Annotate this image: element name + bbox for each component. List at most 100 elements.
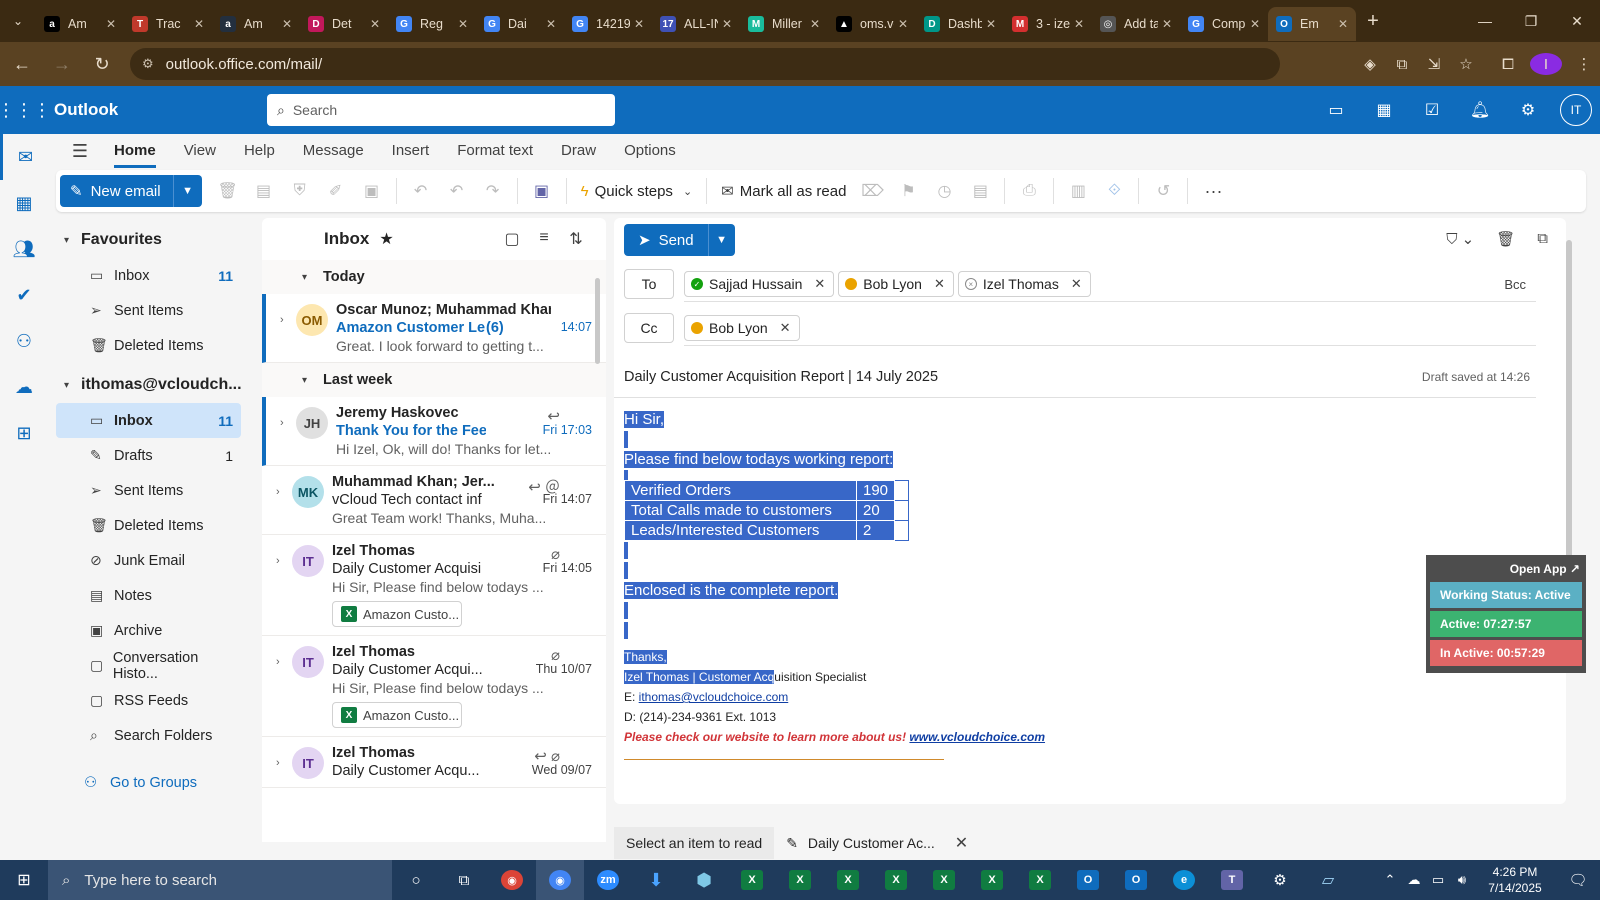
ribbon-tab[interactable]: Options [624,134,676,168]
recipient-chip[interactable]: Bob Lyon ✕ [684,315,800,341]
excel-icon[interactable]: X [1016,860,1064,900]
immersive-reader-icon[interactable]: ▥ [1060,181,1096,201]
tab-close-icon[interactable]: ✕ [458,17,468,31]
email-body[interactable]: Hi Sir, Please find below todays working… [614,398,1566,760]
recipient-chip[interactable]: ✓ Sajjad Hussain ✕ [684,271,835,297]
rules-icon[interactable]: ▤ [962,181,998,201]
sweep-icon[interactable]: ✐ [318,181,354,201]
folder-item[interactable]: 🗑︎ Deleted Items [56,508,241,543]
browser-tab[interactable]: O Em ✕ [1268,7,1356,41]
ribbon-tab[interactable]: Format text [457,134,533,168]
translate-icon[interactable]: ⟐ [1096,182,1132,200]
snooze-clock-icon[interactable]: ◷ [926,181,962,201]
extensions-icon[interactable]: ⧠ [1492,56,1524,73]
folder-item[interactable]: ▤ Notes [56,578,241,613]
filter-icon[interactable]: ≡ [528,229,560,249]
clock[interactable]: 4:26 PM 7/14/2025 [1474,864,1556,896]
excel-icon[interactable]: X [728,860,776,900]
new-email-dropdown-chevron-icon[interactable]: ▼ [174,185,202,197]
sig-email-link[interactable]: ithomas@vcloudchoice.com [639,690,789,704]
browser-tab[interactable]: T Trac ✕ [124,7,212,41]
excel-icon[interactable]: X [968,860,1016,900]
search-input[interactable]: ⌕ Search [267,94,615,126]
teams-icon[interactable]: T [1208,860,1256,900]
browser-tab[interactable]: M 3 - izel. ✕ [1004,7,1092,41]
draft-tab[interactable]: ✎ Daily Customer Ac... [774,827,947,859]
hamburger-menu-icon[interactable]: ☰ [60,141,100,162]
url-field[interactable]: ⚙ outlook.office.com/mail/ [130,48,1280,80]
tab-close-icon[interactable]: ✕ [986,17,996,31]
people-icon[interactable]: 👥︎ [0,226,48,272]
section-last-week[interactable]: ▾ Last week [262,363,606,397]
site-info-icon[interactable]: ⚙ [142,56,154,72]
discard-trash-icon[interactable]: 🗑︎ [1496,230,1515,248]
print-icon[interactable]: ⎙ [1011,182,1047,200]
sensitivity-icon[interactable]: ⛉ ⌄ [1446,230,1474,248]
folder-item[interactable]: ➢ Sent Items [56,473,241,508]
folder-item[interactable]: ⊘ Junk Email [56,543,241,578]
new-email-button[interactable]: ✎ New email ▼ [60,175,202,207]
settings-gear-icon[interactable]: ⚙ [1504,100,1552,120]
message-item[interactable]: › JH Jeremy Haskovec Thank You for the Fee.… [262,397,606,466]
browser-tab[interactable]: G Dai ✕ [476,7,564,41]
more-options-icon[interactable]: ··· [1204,181,1222,202]
tag-icon[interactable]: ⌦ [854,181,890,201]
more-apps-icon[interactable]: ⊞ [0,410,48,456]
cortana-icon[interactable]: ○ [392,860,440,900]
screenshot-icon[interactable]: ⧉ [1386,56,1418,73]
tab-close-icon[interactable]: ✕ [194,17,204,31]
office-icon[interactable]: ▦ [1360,100,1408,120]
website-link[interactable]: www.vcloudchoice.com [909,730,1045,744]
forward-icon[interactable]: → [44,46,80,82]
mark-all-read-button[interactable]: ✉ Mark all as read [713,182,854,201]
reply-icon[interactable]: ↶ [403,181,439,201]
app-hex-icon[interactable]: ⬢ [680,860,728,900]
open-app-link[interactable]: Open App ↗ [1430,559,1582,579]
reload-icon[interactable]: ↻ [84,46,120,82]
subject-field[interactable]: Daily Customer Acquisition Report | 14 J… [614,356,1536,398]
folder-item[interactable]: ⌕ Search Folders [56,718,241,753]
message-item[interactable]: › MK Muhammad Khan; Jer... vCloud Tech cont… [262,466,606,535]
reply-icon[interactable]: ↩ [547,407,560,425]
browser-tab[interactable]: 17 ALL-IN- ✕ [652,7,740,41]
browser-tab[interactable]: G Comput ✕ [1180,7,1268,41]
tab-close-icon[interactable]: ✕ [282,17,292,31]
pop-out-icon[interactable]: ⧉ [1537,230,1548,248]
tab-close-icon[interactable]: ✕ [546,17,556,31]
bookmark-star-icon[interactable]: ☆ [1450,55,1482,73]
message-list-scrollbar[interactable] [595,278,600,364]
quick-steps-chevron-icon[interactable]: ⌄ [683,185,692,198]
archive-icon[interactable]: ▤ [246,181,282,201]
browser-tab[interactable]: M Miller El ✕ [740,7,828,41]
tab-close-icon[interactable]: ✕ [634,17,644,31]
show-hidden-icons-chevron-icon[interactable]: ⌃ [1378,872,1402,888]
favourites-header[interactable]: ▾ Favourites [48,222,253,258]
ribbon-tab[interactable]: Help [244,134,275,168]
tab-search-chevron-icon[interactable]: ⌄ [0,0,36,42]
quick-steps-button[interactable]: ϟ Quick steps ⌄ [573,183,701,200]
onedrive-cloud-icon[interactable]: ☁ [0,364,48,410]
to-button[interactable]: To [624,269,674,299]
excel-icon[interactable]: X [776,860,824,900]
zoom-icon[interactable]: zm [584,860,632,900]
folder-item[interactable]: ▭ Inbox 11 [56,403,241,438]
notifications-icon[interactable]: 🗨︎ [1556,871,1600,889]
reading-tab[interactable]: Select an item to read [614,827,775,859]
remove-recipient-icon[interactable]: ✕ [1071,276,1082,292]
install-app-icon[interactable]: ⇲ [1418,55,1450,73]
attachment-chip[interactable]: X Amazon Custo... [332,702,462,728]
account-avatar[interactable]: IT [1560,94,1592,126]
minimize-icon[interactable]: — [1462,0,1508,42]
remove-recipient-icon[interactable]: ✕ [814,276,825,292]
close-window-icon[interactable]: ✕ [1554,0,1600,42]
undo-icon[interactable]: ↺ [1145,181,1181,201]
notepad-icon[interactable]: ▱ [1304,860,1352,900]
message-item[interactable]: › IT Izel Thomas Daily Customer Acqui... Thu… [262,636,606,737]
ribbon-tab[interactable]: View [184,134,216,168]
send-dropdown-chevron-icon[interactable]: ▼ [709,234,735,246]
ribbon-tab[interactable]: Draw [561,134,596,168]
remove-recipient-icon[interactable]: ✕ [780,320,791,336]
message-item[interactable]: › OM Oscar Munoz; Muhammad Khan... Amazon C… [262,294,606,363]
browser-tab[interactable]: D Dashbo ✕ [916,7,1004,41]
folder-item[interactable]: ➢ Sent Items [56,293,241,328]
